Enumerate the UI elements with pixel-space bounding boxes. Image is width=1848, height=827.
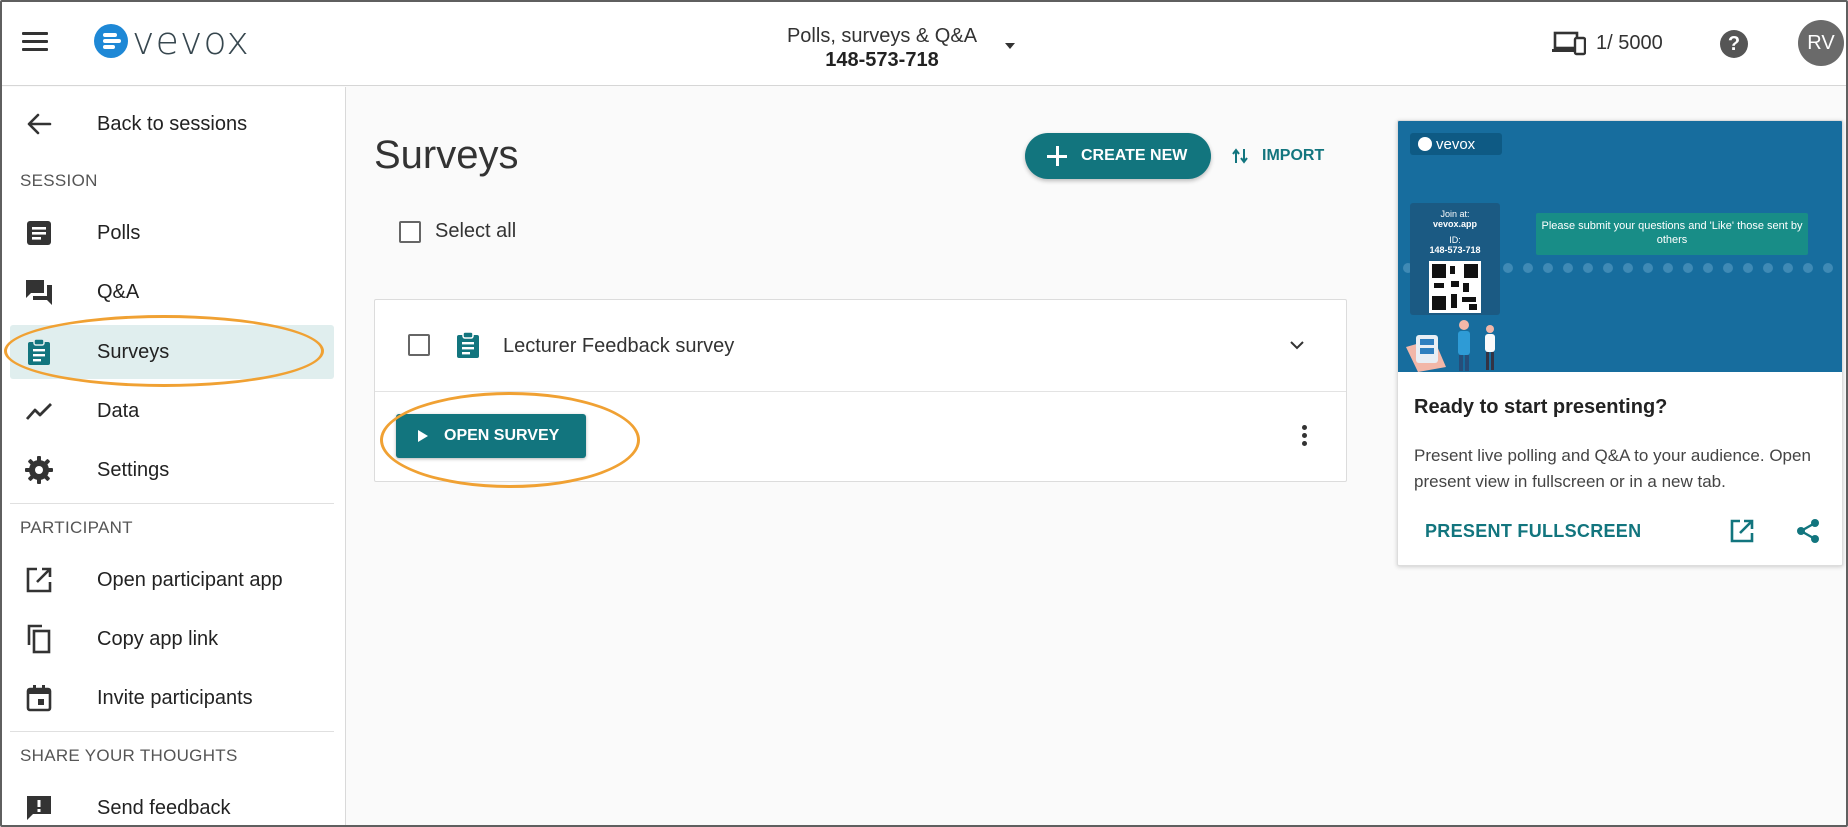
help-icon[interactable]: ? xyxy=(1720,30,1748,58)
plus-icon xyxy=(1047,146,1067,166)
survey-card-header[interactable]: Lecturer Feedback survey xyxy=(375,300,1346,392)
sidebar-item-label: Settings xyxy=(97,458,170,481)
section-header-participant: PARTICIPANT xyxy=(20,518,133,537)
sidebar-item-label: Surveys xyxy=(97,340,170,363)
sidebar-item-label: Data xyxy=(97,399,140,422)
select-all[interactable]: Select all xyxy=(399,220,516,243)
session-selector[interactable]: Polls, surveys & Q&A 148-573-718 xyxy=(742,24,1022,72)
trending-up-icon xyxy=(25,403,52,420)
sidebar-item-label: Invite participants xyxy=(97,686,253,709)
open-survey-label: OPEN SURVEY xyxy=(444,427,560,444)
id-label: ID: xyxy=(1449,235,1461,245)
clipboard-icon xyxy=(457,331,479,358)
sidebar-item-open-app[interactable]: Open participant app xyxy=(10,553,334,607)
open-in-new-icon xyxy=(26,567,52,593)
vevox-logo-icon xyxy=(94,24,128,58)
sidebar-item-label: Open participant app xyxy=(97,568,283,591)
gear-icon xyxy=(25,456,53,484)
sidebar-item-back[interactable]: Back to sessions xyxy=(10,97,334,151)
create-new-button[interactable]: CREATE NEW xyxy=(1025,133,1211,179)
participants-count: 1/ 5000 xyxy=(1596,32,1663,54)
qr-code-icon xyxy=(1429,261,1481,313)
forum-icon xyxy=(26,280,52,305)
sidebar-item-label: Send feedback xyxy=(97,796,231,819)
chevron-down-icon[interactable] xyxy=(1290,338,1304,352)
calendar-icon xyxy=(26,685,52,712)
join-info-box: Join at: vevox.app ID: 148-573-718 xyxy=(1410,203,1500,315)
present-heading: Ready to start presenting? xyxy=(1414,396,1668,418)
play-icon xyxy=(418,430,428,442)
import-arrows-icon xyxy=(1232,148,1248,164)
copy-icon xyxy=(27,624,51,654)
join-at-label: Join at: xyxy=(1440,209,1470,219)
sidebar-item-label: Back to sessions xyxy=(97,112,248,135)
sidebar-item-feedback[interactable]: Send feedback xyxy=(10,781,334,825)
sidebar-item-invite[interactable]: Invite participants xyxy=(10,671,334,725)
preview-message: Please submit your questions and 'Like' … xyxy=(1536,213,1808,255)
present-fullscreen-button[interactable]: PRESENT FULLSCREEN xyxy=(1425,521,1641,542)
survey-checkbox[interactable] xyxy=(408,334,430,356)
open-survey-button[interactable]: OPEN SURVEY xyxy=(396,414,586,458)
present-description: Present live polling and Q&A to your aud… xyxy=(1414,446,1811,491)
section-header-session: SESSION xyxy=(20,171,98,190)
vevox-logo-icon xyxy=(1418,137,1432,151)
id-value: 148-573-718 xyxy=(1429,245,1481,255)
sidebar-item-copy-link[interactable]: Copy app link xyxy=(10,612,334,666)
sidebar-item-qa[interactable]: Q&A xyxy=(10,265,334,319)
page-title: Surveys xyxy=(374,133,519,177)
select-all-checkbox[interactable] xyxy=(399,220,421,243)
survey-name: Lecturer Feedback survey xyxy=(503,335,735,357)
divider xyxy=(10,503,334,504)
preview-logo: vevox xyxy=(1410,133,1502,155)
survey-card: Lecturer Feedback survey OPEN SURVEY xyxy=(374,299,1347,482)
join-url: vevox.app xyxy=(1432,219,1478,229)
present-panel: vevox Join at: vevox.app ID: 148-573-718 xyxy=(1397,120,1843,566)
sidebar-item-label: Polls xyxy=(97,221,141,244)
hamburger-menu-icon[interactable] xyxy=(22,32,48,52)
sidebar-item-data[interactable]: Data xyxy=(10,384,334,438)
more-options-icon[interactable] xyxy=(1302,425,1308,447)
divider xyxy=(10,731,334,732)
session-name: Polls, surveys & Q&A xyxy=(786,25,978,47)
present-preview-image[interactable]: vevox Join at: vevox.app ID: 148-573-718 xyxy=(1398,121,1842,372)
sidebar-item-label: Copy app link xyxy=(97,627,219,650)
create-new-label: CREATE NEW xyxy=(1081,147,1188,164)
sidebar-item-label: Q&A xyxy=(97,280,140,303)
sidebar-item-settings[interactable]: Settings xyxy=(10,443,334,497)
user-avatar[interactable]: RV xyxy=(1798,20,1844,66)
sidebar-item-polls[interactable]: Polls xyxy=(10,206,334,260)
main-content: Surveys CREATE NEW IMPORT Select all Lec… xyxy=(347,87,1846,825)
sidebar-item-surveys[interactable]: Surveys xyxy=(10,325,334,379)
devices-icon xyxy=(1552,31,1586,56)
open-in-new-tab-icon[interactable] xyxy=(1729,518,1755,544)
preview-logo-text: vevox xyxy=(1436,135,1476,153)
top-bar: vevox Polls, surveys & Q&A 148-573-718 1… xyxy=(2,2,1846,86)
import-label: IMPORT xyxy=(1262,147,1325,164)
logo-text: vevox xyxy=(132,19,250,63)
clipboard-icon xyxy=(28,338,50,365)
vevox-logo[interactable]: vevox xyxy=(94,19,250,63)
section-header-share: SHARE YOUR THOUGHTS xyxy=(20,746,238,765)
select-all-label: Select all xyxy=(435,220,517,242)
feedback-icon xyxy=(27,796,51,820)
arrow-back-icon xyxy=(27,113,52,135)
caret-down-icon[interactable] xyxy=(1005,43,1015,49)
sidebar: Back to sessions SESSION Polls Q&A Surve… xyxy=(2,87,346,825)
share-icon[interactable] xyxy=(1795,518,1821,544)
session-code: 148-573-718 xyxy=(825,49,939,71)
app-window: vevox Polls, surveys & Q&A 148-573-718 1… xyxy=(0,0,1848,827)
participants-counter[interactable]: 1/ 5000 xyxy=(1552,28,1663,58)
people-illustration xyxy=(1406,320,1495,372)
import-button[interactable]: IMPORT xyxy=(1232,147,1324,165)
poll-icon xyxy=(27,221,51,245)
